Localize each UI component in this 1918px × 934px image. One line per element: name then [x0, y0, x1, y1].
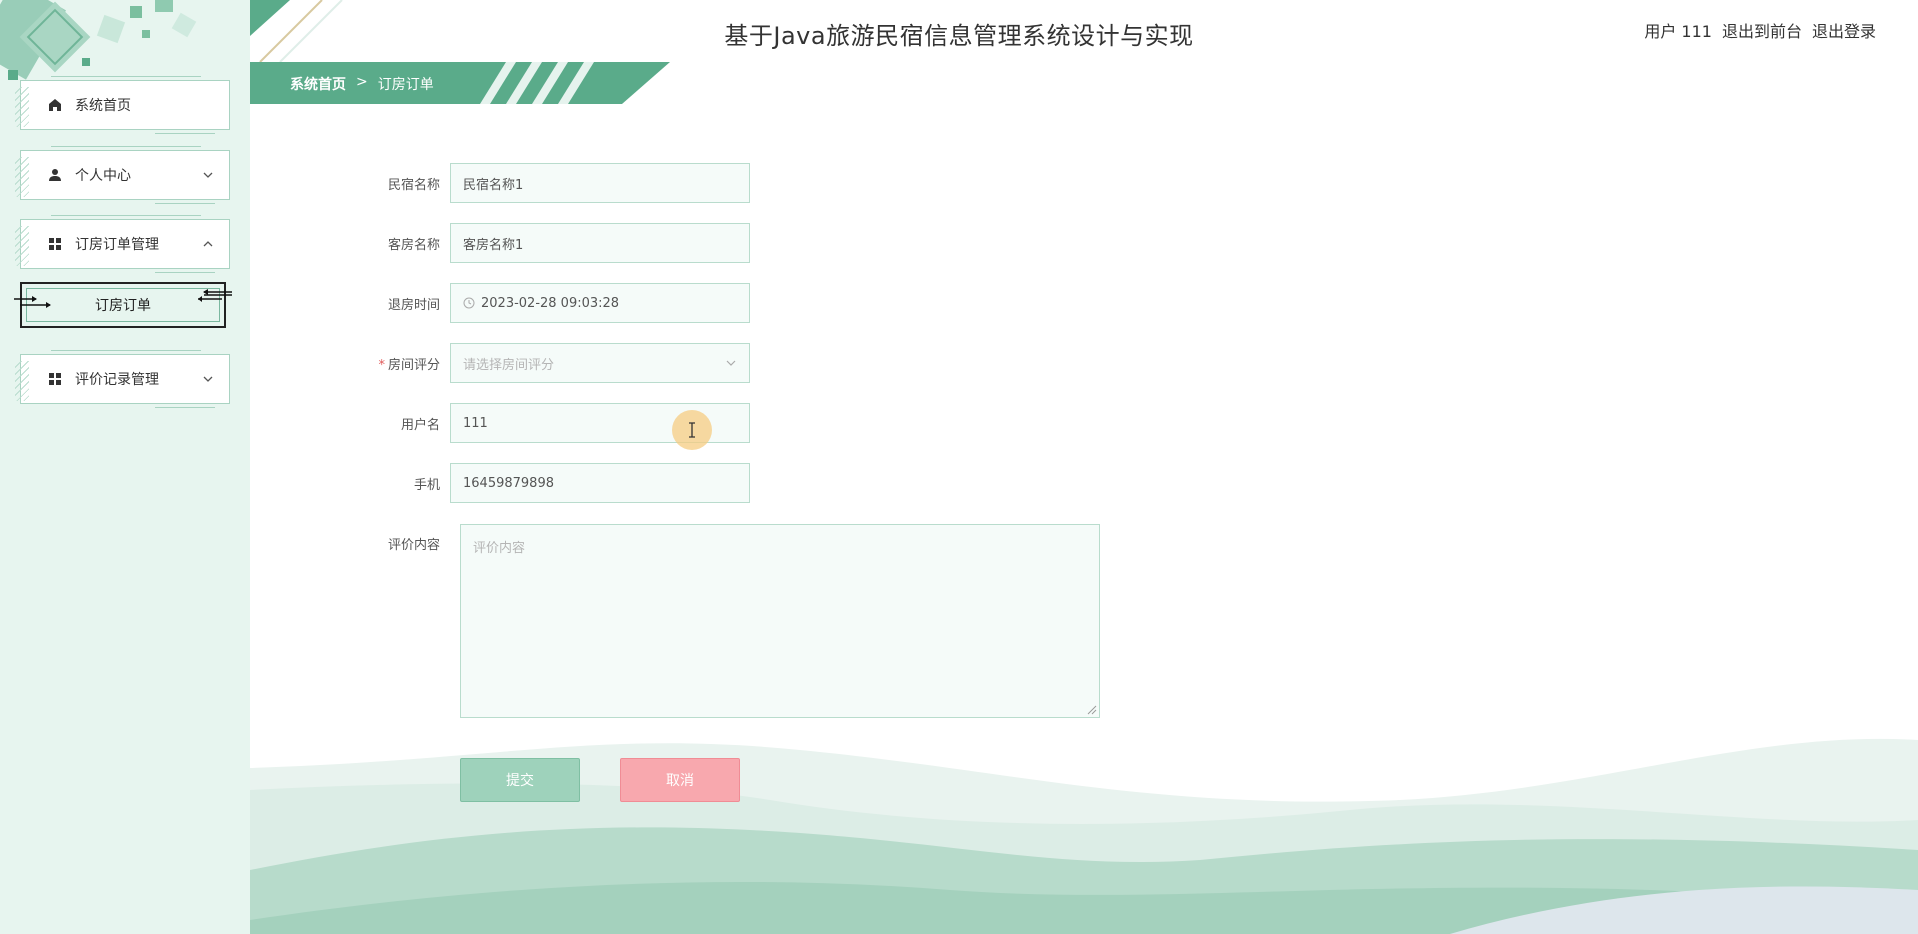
page-title: 基于Java旅游民宿信息管理系统设计与实现 — [724, 22, 1194, 50]
phone-input[interactable]: 16459879898 — [450, 463, 750, 503]
breadcrumb: 系统首页 > 订房订单 — [290, 74, 434, 94]
arrow-right-icon — [14, 296, 51, 308]
checkout-time-value: 2023-02-28 09:03:28 — [481, 295, 620, 311]
text-cursor-icon — [672, 410, 712, 450]
sidebar-item-label: 评价记录管理 — [75, 372, 159, 388]
sidebar-item-label: 个人中心 — [75, 168, 131, 184]
review-textarea[interactable]: 评价内容 — [460, 524, 1100, 718]
chevron-down-icon — [725, 357, 737, 369]
room-name-label: 客房名称 — [387, 237, 440, 253]
form-row-review: 评价内容 — [360, 524, 450, 553]
sidebar-item-label: 订房订单管理 — [75, 237, 159, 253]
clock-icon — [463, 297, 475, 309]
review-label: 评价内容 — [387, 538, 440, 553]
phone-label: 手机 — [413, 477, 440, 493]
user-label: 用户 111 — [1644, 22, 1712, 41]
checkout-time-picker[interactable]: 2023-02-28 09:03:28 — [450, 283, 750, 323]
form-row-phone: 手机 16459879898 — [360, 463, 750, 503]
form-row-checkout-time: 退房时间 2023-02-28 09:03:28 — [360, 283, 750, 323]
form-row-room-name: 客房名称 客房名称1 — [360, 223, 750, 263]
review-placeholder: 评价内容 — [473, 541, 526, 556]
grid-icon — [47, 236, 63, 252]
room-rating-placeholder: 请选择房间评分 — [463, 357, 555, 373]
homestay-name-input[interactable]: 民宿名称1 — [450, 163, 750, 203]
form-row-homestay-name: 民宿名称 民宿名称1 — [360, 163, 750, 203]
arrow-left-icon — [198, 289, 232, 302]
sidebar-item-booking-management[interactable]: 订房订单管理 — [15, 215, 230, 273]
room-name-input[interactable]: 客房名称1 — [450, 223, 750, 263]
breadcrumb-current: 订房订单 — [377, 77, 434, 93]
room-rating-select[interactable]: 请选择房间评分 — [450, 343, 750, 383]
sidebar-item-home[interactable]: 系统首页 — [15, 76, 230, 134]
resize-grip-icon[interactable] — [1087, 705, 1097, 715]
room-rating-label: * 房间评分 — [378, 357, 440, 373]
homestay-name-label: 民宿名称 — [387, 177, 440, 193]
chevron-down-icon — [201, 168, 215, 182]
logout-link[interactable]: 退出登录 — [1812, 18, 1876, 42]
user-icon — [47, 167, 63, 183]
breadcrumb-home[interactable]: 系统首页 — [290, 74, 346, 94]
header-user-area: 用户 111 退出到前台 退出登录 — [1644, 18, 1876, 42]
form-row-room-rating: * 房间评分 请选择房间评分 — [360, 343, 750, 383]
chevron-up-icon — [201, 237, 215, 251]
back-to-front-link[interactable]: 退出到前台 — [1722, 18, 1802, 42]
sidebar-subitem-booking-order[interactable]: 订房订单 — [14, 282, 232, 328]
sidebar-item-personal-center[interactable]: 个人中心 — [15, 146, 230, 204]
wave-background — [250, 738, 1918, 934]
checkout-time-label: 退房时间 — [387, 297, 440, 313]
chevron-down-icon — [201, 372, 215, 386]
sidebar-item-review-management[interactable]: 评价记录管理 — [15, 350, 230, 408]
grid-icon — [47, 371, 63, 387]
sidebar-item-label: 系统首页 — [75, 98, 131, 114]
username-label: 用户名 — [400, 417, 440, 433]
sidebar: 系统首页 个人中心 订房订单管理 订房订单 评价记录管理 — [0, 0, 250, 934]
required-mark: * — [378, 357, 385, 373]
submit-button[interactable]: 提交 — [460, 758, 580, 802]
breadcrumb-separator: > — [356, 74, 368, 90]
cancel-button[interactable]: 取消 — [620, 758, 740, 802]
home-icon — [47, 97, 63, 113]
sidebar-subitem-label: 订房订单 — [95, 298, 151, 314]
